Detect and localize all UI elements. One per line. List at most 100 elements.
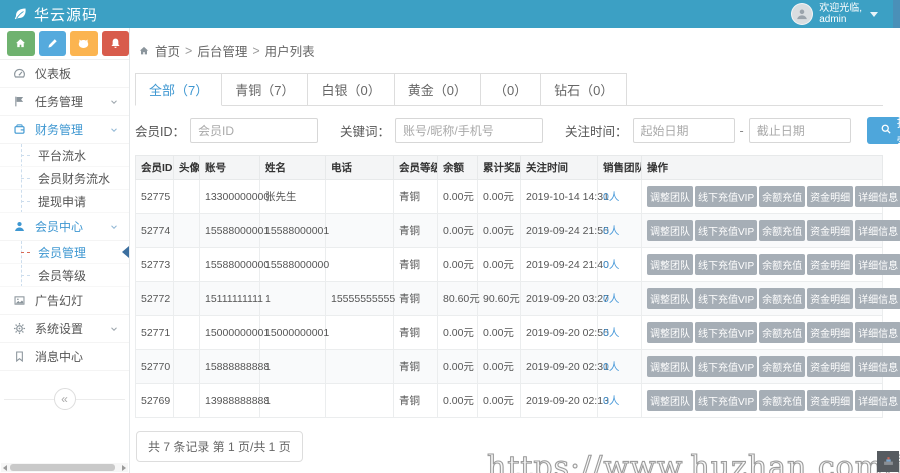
row-action-button[interactable]: 余额充值 (759, 186, 806, 207)
start-date-input[interactable] (632, 118, 735, 143)
row-action-button[interactable]: 线下充值VIP (695, 356, 758, 377)
tab-silver[interactable]: 白银（0） (307, 73, 395, 105)
row-action-button[interactable]: 调整团队 (647, 322, 693, 343)
row-action-button[interactable]: 线下充值VIP (695, 390, 758, 411)
sidebar-item-finance-manage[interactable]: 财务管理 (0, 116, 129, 144)
row-action-button[interactable]: 线下充值VIP (695, 322, 758, 343)
sidebar-item-member-finance-flow[interactable]: 会员财务流水 (0, 167, 129, 190)
cell-sales-team: 0人 (597, 179, 642, 214)
sales-team-link[interactable]: 0人 (603, 293, 619, 305)
sales-team-link[interactable]: 0人 (603, 327, 619, 339)
row-action-button[interactable]: 调整团队 (647, 356, 693, 377)
row-action-button[interactable]: 详细信息 (855, 254, 900, 275)
sidebar-item-task-manage[interactable]: 任务管理 (0, 88, 129, 116)
row-action-button[interactable]: 资金明细 (807, 220, 854, 241)
row-action-button[interactable]: 调整团队 (647, 288, 693, 309)
row-action-button[interactable]: 调整团队 (647, 390, 693, 411)
cell-follow-time: 2019-09-20 02:55 (520, 315, 609, 350)
row-action-button[interactable]: 资金明细 (807, 288, 854, 309)
row-action-button[interactable]: 余额充值 (759, 356, 806, 377)
cell-avatar (173, 349, 200, 384)
edit-button[interactable] (38, 31, 66, 56)
notifications-button[interactable] (101, 31, 129, 56)
row-action-button[interactable]: 详细信息 (855, 220, 900, 241)
row-action-button[interactable]: 余额充值 (759, 322, 806, 343)
sidebar-item-label: 会员中心 (35, 220, 84, 234)
active-item-marker (122, 246, 129, 258)
sidebar-item-ad-slides[interactable]: 广告幻灯 (0, 287, 129, 315)
row-action-button[interactable]: 详细信息 (855, 356, 900, 377)
row-action-button[interactable]: 调整团队 (647, 254, 693, 275)
home-icon (14, 37, 27, 50)
sales-team-link[interactable]: 0人 (603, 259, 619, 271)
cell-avatar (173, 281, 200, 316)
cell-balance: 0.00元 (437, 315, 478, 350)
tab-diamond[interactable]: 钻石（0） (540, 73, 628, 105)
row-action-button[interactable]: 调整团队 (647, 220, 693, 241)
row-action-button[interactable]: 资金明细 (807, 186, 854, 207)
row-action-button[interactable]: 余额充值 (759, 390, 806, 411)
row-action-button[interactable]: 线下充值VIP (695, 220, 758, 241)
sales-team-link[interactable]: 0人 (603, 361, 619, 373)
sidebar-item-platform-flow[interactable]: 平台流水 (0, 144, 129, 167)
row-action-button[interactable]: 详细信息 (855, 322, 900, 343)
mascot-button[interactable] (70, 31, 98, 56)
breadcrumb-separator: > (252, 43, 260, 58)
home-button[interactable] (7, 31, 35, 56)
sales-team-link[interactable]: 0人 (603, 191, 619, 203)
user-menu[interactable]: 欢迎光临, admin (791, 3, 900, 25)
column-header: 余额 (437, 155, 478, 180)
row-action-button[interactable]: 余额充值 (759, 220, 806, 241)
tab-all[interactable]: 全部（7） (135, 73, 223, 106)
keyword-input[interactable] (395, 118, 544, 143)
sidebar-item-message-center[interactable]: 消息中心 (0, 343, 129, 371)
row-action-button[interactable]: 资金明细 (807, 356, 854, 377)
sidebar-item-member-level[interactable]: 会员等级 (0, 264, 129, 287)
cell-level: 青铜 (393, 247, 438, 282)
sales-team-link[interactable]: 0人 (603, 225, 619, 237)
cell-actions: 调整团队 线下充值VIP 余额充值 资金明细 详细信息 (641, 213, 900, 248)
finance-submenu: 平台流水 会员财务流水 提现申请 (0, 144, 129, 213)
sidebar-item-withdraw-apply[interactable]: 提现申请 (0, 190, 129, 213)
back-to-top-button[interactable] (877, 451, 899, 472)
content-area: 全部（7） 青铜（7） 白银（0） 黄金（0） （0） 钻石（0） 会员ID： … (130, 73, 900, 462)
cell-member-id: 52773 (135, 247, 174, 282)
cat-icon (77, 37, 90, 50)
row-action-button[interactable]: 资金明细 (807, 322, 854, 343)
cell-phone (325, 315, 394, 350)
cell-name: 张先生 (259, 179, 326, 214)
tab-bronze[interactable]: 青铜（7） (221, 73, 309, 105)
gauge-icon (13, 67, 26, 80)
horizontal-scrollbar[interactable] (1, 463, 128, 472)
search-icon (880, 123, 892, 138)
sidebar-item-dashboard[interactable]: 仪表板 (0, 60, 129, 88)
user-table-head: 会员ID 头像 账号 姓名 电话 会员等级 余额 累计奖励 关注时间 销售团队 … (135, 155, 883, 180)
row-action-button[interactable]: 线下充值VIP (695, 288, 758, 309)
breadcrumb-admin[interactable]: 后台管理 (197, 41, 247, 60)
sales-team-link[interactable]: 0人 (603, 395, 619, 407)
end-date-input[interactable] (748, 118, 851, 143)
search-button[interactable]: 搜索 (866, 116, 900, 149)
row-action-button[interactable]: 余额充值 (759, 254, 806, 275)
row-action-button[interactable]: 资金明细 (807, 254, 854, 275)
sidebar-collapse-button[interactable]: « (53, 388, 76, 410)
image-icon (13, 294, 26, 307)
row-action-button[interactable]: 线下充值VIP (695, 254, 758, 275)
vertical-scrollbar[interactable] (893, 0, 900, 28)
row-action-button[interactable]: 余额充值 (759, 288, 806, 309)
row-action-button[interactable]: 详细信息 (855, 288, 900, 309)
row-action-button[interactable]: 详细信息 (855, 390, 900, 411)
row-action-button[interactable]: 资金明细 (807, 390, 854, 411)
breadcrumb-home[interactable]: 首页 (155, 41, 180, 60)
scrollbar-thumb[interactable] (10, 464, 115, 471)
sidebar-item-system-settings[interactable]: 系统设置 (0, 315, 129, 343)
row-action-button[interactable]: 详细信息 (855, 186, 900, 207)
tab-platinum[interactable]: （0） (479, 73, 542, 105)
tab-gold[interactable]: 黄金（0） (393, 73, 481, 105)
member-id-input[interactable] (190, 118, 319, 143)
sidebar-item-member-manage[interactable]: 会员管理 (0, 241, 129, 264)
date-range-separator: - (739, 123, 744, 138)
row-action-button[interactable]: 线下充值VIP (695, 186, 758, 207)
row-action-button[interactable]: 调整团队 (647, 186, 693, 207)
sidebar-item-member-center[interactable]: 会员中心 (0, 213, 129, 241)
